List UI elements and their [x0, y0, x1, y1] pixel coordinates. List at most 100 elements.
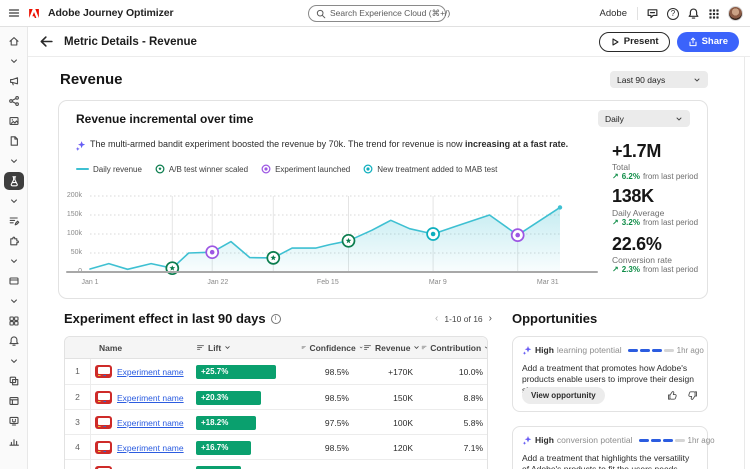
experiment-name-link[interactable]: Experiment name: [117, 443, 184, 453]
experiment-name-link[interactable]: Experiment name: [117, 393, 184, 403]
sidebar-item-document[interactable]: [4, 132, 24, 150]
image-add-icon: [8, 115, 20, 127]
granularity-select[interactable]: Daily: [598, 110, 690, 127]
sidebar-item-copy[interactable]: [4, 372, 24, 390]
prev-page-icon[interactable]: ‹: [435, 314, 438, 324]
chart-legend: Daily revenue A/B test winner scaled Exp…: [76, 164, 497, 174]
sidebar-item-puzzle[interactable]: [4, 232, 24, 250]
notifications-bell-icon[interactable]: [687, 7, 700, 20]
meter-segment: [651, 439, 661, 442]
opportunity-level: High: [535, 345, 554, 355]
ai-sparkle-icon: [522, 435, 532, 445]
sidebar-item-megaphone[interactable]: [4, 72, 24, 90]
org-switcher[interactable]: Adobe: [600, 8, 627, 19]
chart-marker-launched[interactable]: [512, 229, 524, 241]
next-page-icon[interactable]: ›: [489, 314, 492, 324]
confidence-value: 98.5%: [301, 393, 363, 403]
stat-daily-avg-delta: ↗3.2%from last period: [612, 218, 698, 227]
user-avatar[interactable]: [728, 6, 743, 21]
adobe-logo[interactable]: [27, 7, 41, 20]
sidebar-item-flask[interactable]: [4, 172, 24, 190]
share-button[interactable]: Share: [677, 32, 739, 52]
opportunity-time: 1hr ago: [688, 436, 715, 445]
sidebar-item-image-add[interactable]: [4, 112, 24, 130]
sidebar-item-workflow[interactable]: [4, 92, 24, 110]
date-range-select[interactable]: Last 90 days: [610, 71, 708, 88]
col-revenue[interactable]: Revenue: [363, 343, 421, 353]
x-tick: Feb 15: [317, 279, 339, 286]
sort-icon: [363, 343, 372, 352]
stat-conversion-value: 22.6%: [612, 234, 662, 255]
meter-segment: [628, 349, 638, 352]
col-lift[interactable]: Lift: [191, 343, 301, 353]
search-icon: [316, 9, 326, 19]
chart-marker-mab[interactable]: [427, 228, 439, 240]
sidebar-item-chevron-down[interactable]: [4, 252, 24, 270]
opportunity-type: learning potential: [557, 345, 622, 355]
home-icon: [8, 35, 20, 47]
stat-conversion-delta: ↗2.3%from last period: [612, 265, 698, 274]
sidebar-item-chevron-down[interactable]: [4, 152, 24, 170]
sidebar-item-chevron-down[interactable]: [4, 352, 24, 370]
share-icon: [688, 37, 698, 47]
experiment-thumbnail: [95, 441, 112, 454]
sidebar-item-list-edit[interactable]: [4, 212, 24, 230]
chart-marker-ab-winner[interactable]: [343, 235, 355, 247]
app-grid-icon[interactable]: [708, 8, 720, 20]
stat-daily-avg-value: 138K: [612, 186, 654, 207]
experiment-thumbnail: [95, 365, 112, 378]
sidebar-item-smiley-monitor[interactable]: [4, 412, 24, 430]
opportunity-time: 1hr ago: [677, 346, 704, 355]
sidebar-item-home[interactable]: [4, 32, 24, 50]
present-button[interactable]: Present: [599, 32, 670, 52]
opportunity-type: conversion potential: [557, 435, 633, 445]
info-icon[interactable]: i: [271, 314, 281, 324]
workflow-icon: [8, 95, 20, 107]
page-title: Metric Details - Revenue: [64, 36, 197, 48]
experiment-name-link[interactable]: Experiment name: [117, 418, 184, 428]
opportunity-level: High: [535, 435, 554, 445]
potential-meter: [628, 349, 674, 352]
sidebar-item-chevron-down[interactable]: [4, 192, 24, 210]
experiment-name-link[interactable]: Experiment name: [117, 367, 184, 377]
sidebar-item-card[interactable]: [4, 272, 24, 290]
legend-mab-treatment: New treatment added to MAB test: [363, 164, 497, 174]
sidebar-item-grid-view[interactable]: [4, 312, 24, 330]
experiment-row: 3Experiment name+18.2%97.5%100K5.8%: [65, 409, 487, 434]
feedback-icon[interactable]: [646, 7, 659, 20]
chart-marker-launched[interactable]: [206, 246, 218, 258]
sidebar-item-announce[interactable]: [4, 332, 24, 350]
view-opportunity-button[interactable]: View opportunity: [522, 387, 605, 404]
chevron-down-icon: [8, 195, 20, 207]
sidebar-item-panel[interactable]: [4, 392, 24, 410]
contribution-value: 7.1%: [421, 443, 488, 453]
experiment-row: 2Experiment name+20.3%98.5%150K8.8%: [65, 384, 487, 409]
scrollbar-gutter: [744, 57, 750, 469]
hamburger-menu-icon[interactable]: [8, 7, 20, 19]
row-index: 2: [65, 385, 91, 410]
thumbs-up-icon[interactable]: [667, 390, 678, 401]
line-swatch: [76, 168, 89, 170]
row-index: 4: [65, 435, 91, 460]
col-contribution[interactable]: Contribution: [421, 343, 488, 353]
meter-segment: [639, 439, 649, 442]
up-arrow-icon: ↗: [612, 172, 619, 181]
dot-marker-icon: [261, 164, 271, 174]
thumbs-down-icon[interactable]: [687, 390, 698, 401]
chevron-down-icon: [8, 295, 20, 307]
x-axis-labels: Jan 1Jan 22Feb 15Mar 9Mar 31: [88, 279, 562, 289]
back-arrow-icon[interactable]: [39, 34, 54, 49]
grid-view-icon: [8, 315, 20, 327]
help-icon[interactable]: ?: [667, 8, 679, 20]
chevron-down-icon: [693, 76, 701, 84]
contribution-value: 5.8%: [421, 418, 488, 428]
chart-marker-ab-winner[interactable]: [267, 252, 279, 264]
sidebar-item-chevron-down[interactable]: [4, 52, 24, 70]
search-input[interactable]: Search Experience Cloud (⌘+/): [308, 5, 446, 22]
x-tick: Mar 31: [537, 279, 559, 286]
col-confidence[interactable]: Confidence: [301, 343, 363, 353]
experiment-section-title: Experiment effect in last 90 days i: [64, 311, 281, 326]
megaphone-icon: [8, 75, 20, 87]
sidebar-item-chevron-down[interactable]: [4, 292, 24, 310]
sidebar-item-bar-chart[interactable]: [4, 432, 24, 450]
